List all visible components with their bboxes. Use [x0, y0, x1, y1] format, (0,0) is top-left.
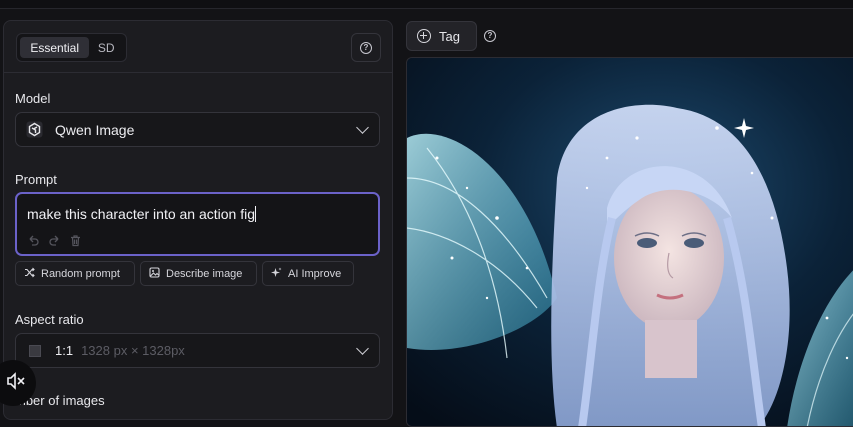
ai-improve-button[interactable]: AI Improve — [262, 261, 354, 286]
random-prompt-button[interactable]: Random prompt — [15, 261, 135, 286]
fairy-image — [407, 58, 853, 426]
help-button[interactable]: ? — [351, 33, 381, 62]
square-ratio-icon — [29, 344, 41, 357]
qwen-logo-icon — [26, 121, 43, 138]
prompt-actions: Random prompt Describe image AI Improve — [15, 261, 354, 286]
tab-essential[interactable]: Essential — [20, 37, 90, 58]
undo-icon[interactable] — [27, 234, 40, 247]
tab-sd[interactable]: SD — [89, 37, 123, 58]
random-prompt-label: Random prompt — [41, 267, 120, 280]
model-select[interactable]: Qwen Image — [15, 112, 380, 147]
aspect-ratio-value: 1:1 — [55, 343, 74, 358]
text-caret — [255, 206, 257, 222]
panel-header: Essential SD ? — [4, 21, 392, 73]
image-icon — [149, 266, 160, 281]
chevron-down-icon — [356, 342, 369, 355]
add-circle-icon — [417, 29, 431, 43]
aspect-ratio-label: Aspect ratio — [15, 312, 84, 327]
sparkle-icon — [271, 267, 282, 281]
tag-help-icon[interactable]: ? — [484, 30, 496, 42]
generated-image[interactable] — [406, 57, 853, 427]
settings-panel: Essential SD ? Model Qwen Image Prompt m… — [3, 20, 393, 420]
prompt-label: Prompt — [15, 172, 57, 187]
model-value: Qwen Image — [55, 121, 135, 138]
prompt-text: make this character into an action fig — [27, 206, 256, 222]
shuffle-icon — [24, 267, 35, 281]
tag-button[interactable]: Tag — [406, 21, 477, 51]
trash-icon[interactable] — [69, 234, 82, 247]
aspect-ratio-select[interactable]: 1:1 1328 px × 1328px — [15, 333, 380, 368]
tag-label: Tag — [439, 28, 460, 44]
help-icon: ? — [360, 41, 372, 54]
prompt-input[interactable]: make this character into an action fig — [15, 192, 380, 256]
prompt-tools — [27, 234, 82, 247]
aspect-ratio-dimensions: 1328 px × 1328px — [81, 343, 185, 358]
mode-tabs: Essential SD — [16, 33, 127, 62]
describe-image-label: Describe image — [166, 267, 243, 280]
redo-icon[interactable] — [48, 234, 61, 247]
chevron-down-icon — [356, 121, 369, 134]
ai-improve-label: AI Improve — [288, 267, 342, 280]
speaker-muted-icon — [0, 371, 26, 396]
model-label: Model — [15, 91, 51, 106]
top-bar — [0, 0, 853, 9]
describe-image-button[interactable]: Describe image — [140, 261, 257, 286]
